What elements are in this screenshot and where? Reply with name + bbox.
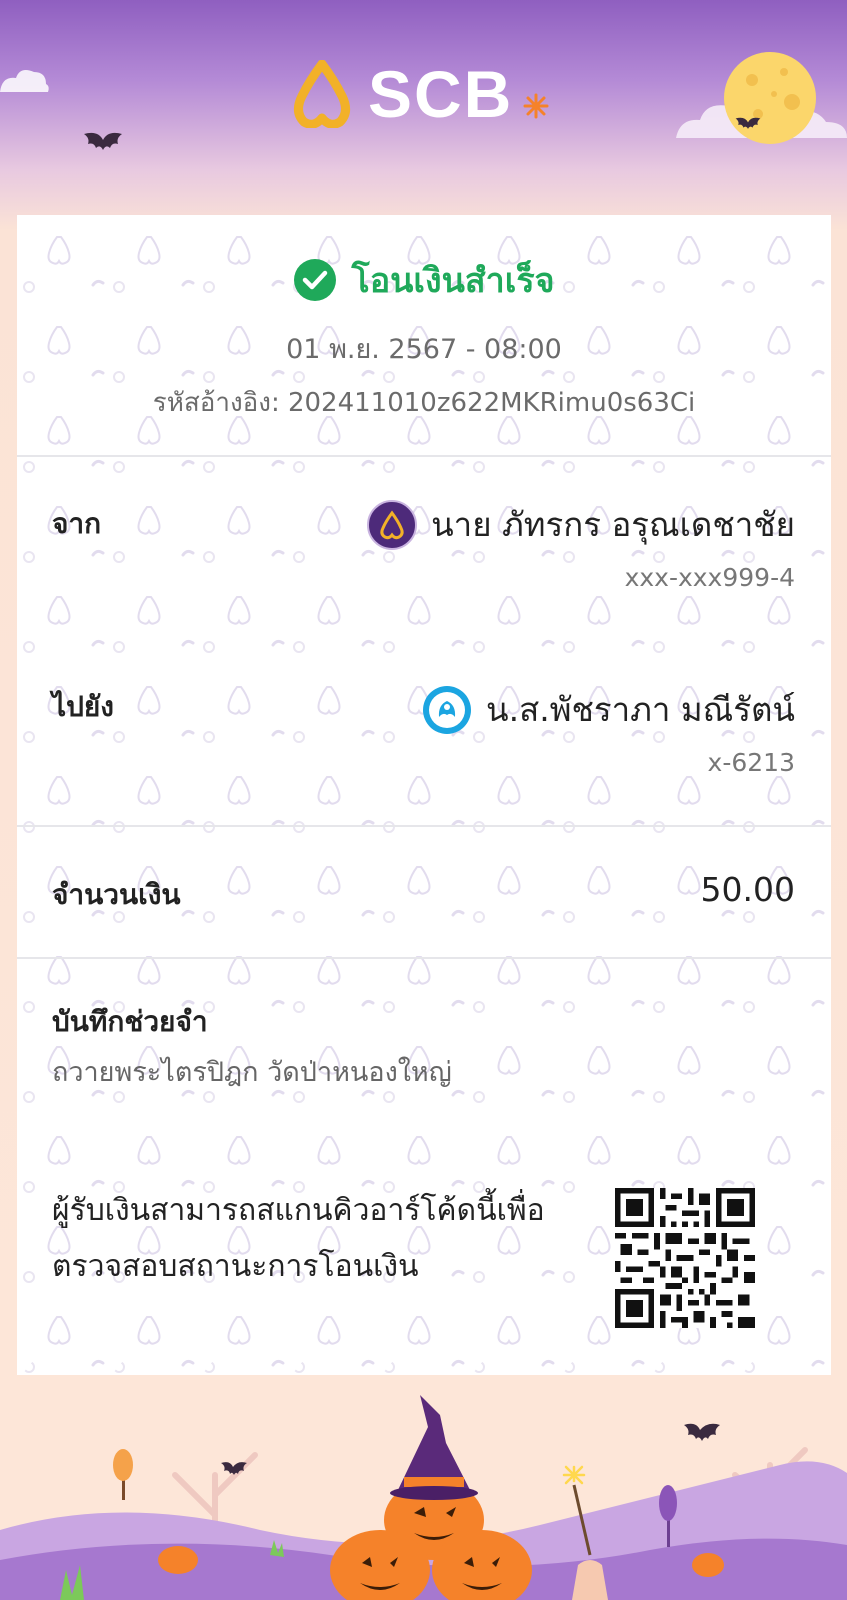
divider bbox=[17, 957, 831, 959]
from-name: นาย ภัทรกร อรุณเดชาชัย bbox=[431, 505, 795, 544]
to-name: น.ส.พัชราภา มณีรัตน์ bbox=[486, 690, 795, 729]
memo-label: บันทึกช่วยจำ bbox=[52, 1005, 208, 1038]
from-party: นาย ภัทรกร อรุณเดชาชัย bbox=[367, 498, 795, 551]
from-label: จาก bbox=[52, 507, 102, 540]
halloween-footer-illustration bbox=[0, 1355, 847, 1600]
scb-logo: SCB bbox=[290, 57, 570, 131]
divider bbox=[17, 825, 831, 827]
scb-logo-mark-icon bbox=[294, 60, 350, 128]
memo-text: ถวายพระไตรปิฎก วัดป่าหนองใหญ่ bbox=[52, 1057, 452, 1088]
reference-label: รหัสอ้างอิง: bbox=[152, 388, 280, 418]
transfer-status: โอนเงินสำเร็จ bbox=[17, 253, 831, 307]
qr-instruction-line1: ผู้รับเงินสามารถสแกนคิวอาร์โค้ดนี้เพื่อ bbox=[52, 1193, 545, 1228]
receipt-header: SCB bbox=[0, 0, 847, 215]
transfer-datetime: 01 พ.ย. 2567 - 08:00 bbox=[286, 334, 562, 365]
bat-icon bbox=[84, 132, 122, 150]
qr-code[interactable] bbox=[615, 1188, 755, 1328]
status-text: โอนเงินสำเร็จ bbox=[351, 261, 555, 301]
reference-line: รหัสอ้างอิง: 202411010z622MKRimu0s63Ci bbox=[17, 382, 831, 423]
amount-value: 50.00 bbox=[700, 870, 795, 909]
cloud-left-decoration bbox=[0, 70, 49, 92]
to-party: น.ส.พัชราภา มณีรัตน์ bbox=[422, 683, 795, 736]
to-label: ไปยัง bbox=[52, 690, 114, 723]
sparkle-icon bbox=[523, 93, 549, 119]
amount-label: จำนวนเงิน bbox=[52, 878, 181, 911]
to-account: x-6213 bbox=[707, 748, 795, 777]
from-account: xxx-xxx999-4 bbox=[624, 563, 795, 592]
receipt-card: โอนเงินสำเร็จ 01 พ.ย. 2567 - 08:00 รหัสอ… bbox=[17, 215, 831, 1375]
scb-logo-text: SCB bbox=[368, 57, 514, 131]
bat-icon bbox=[735, 117, 761, 129]
success-check-icon bbox=[294, 259, 337, 301]
scb-bank-icon bbox=[367, 499, 418, 550]
krungthai-bank-icon bbox=[423, 685, 472, 734]
reference-value: 202411010z622MKRimu0s63Ci bbox=[287, 388, 696, 418]
qr-instruction: ผู้รับเงินสามารถสแกนคิวอาร์โค้ดนี้เพื่อ … bbox=[52, 1183, 612, 1295]
qr-instruction-line2: ตรวจสอบสถานะการโอนเงิน bbox=[52, 1249, 419, 1284]
divider bbox=[17, 455, 831, 457]
